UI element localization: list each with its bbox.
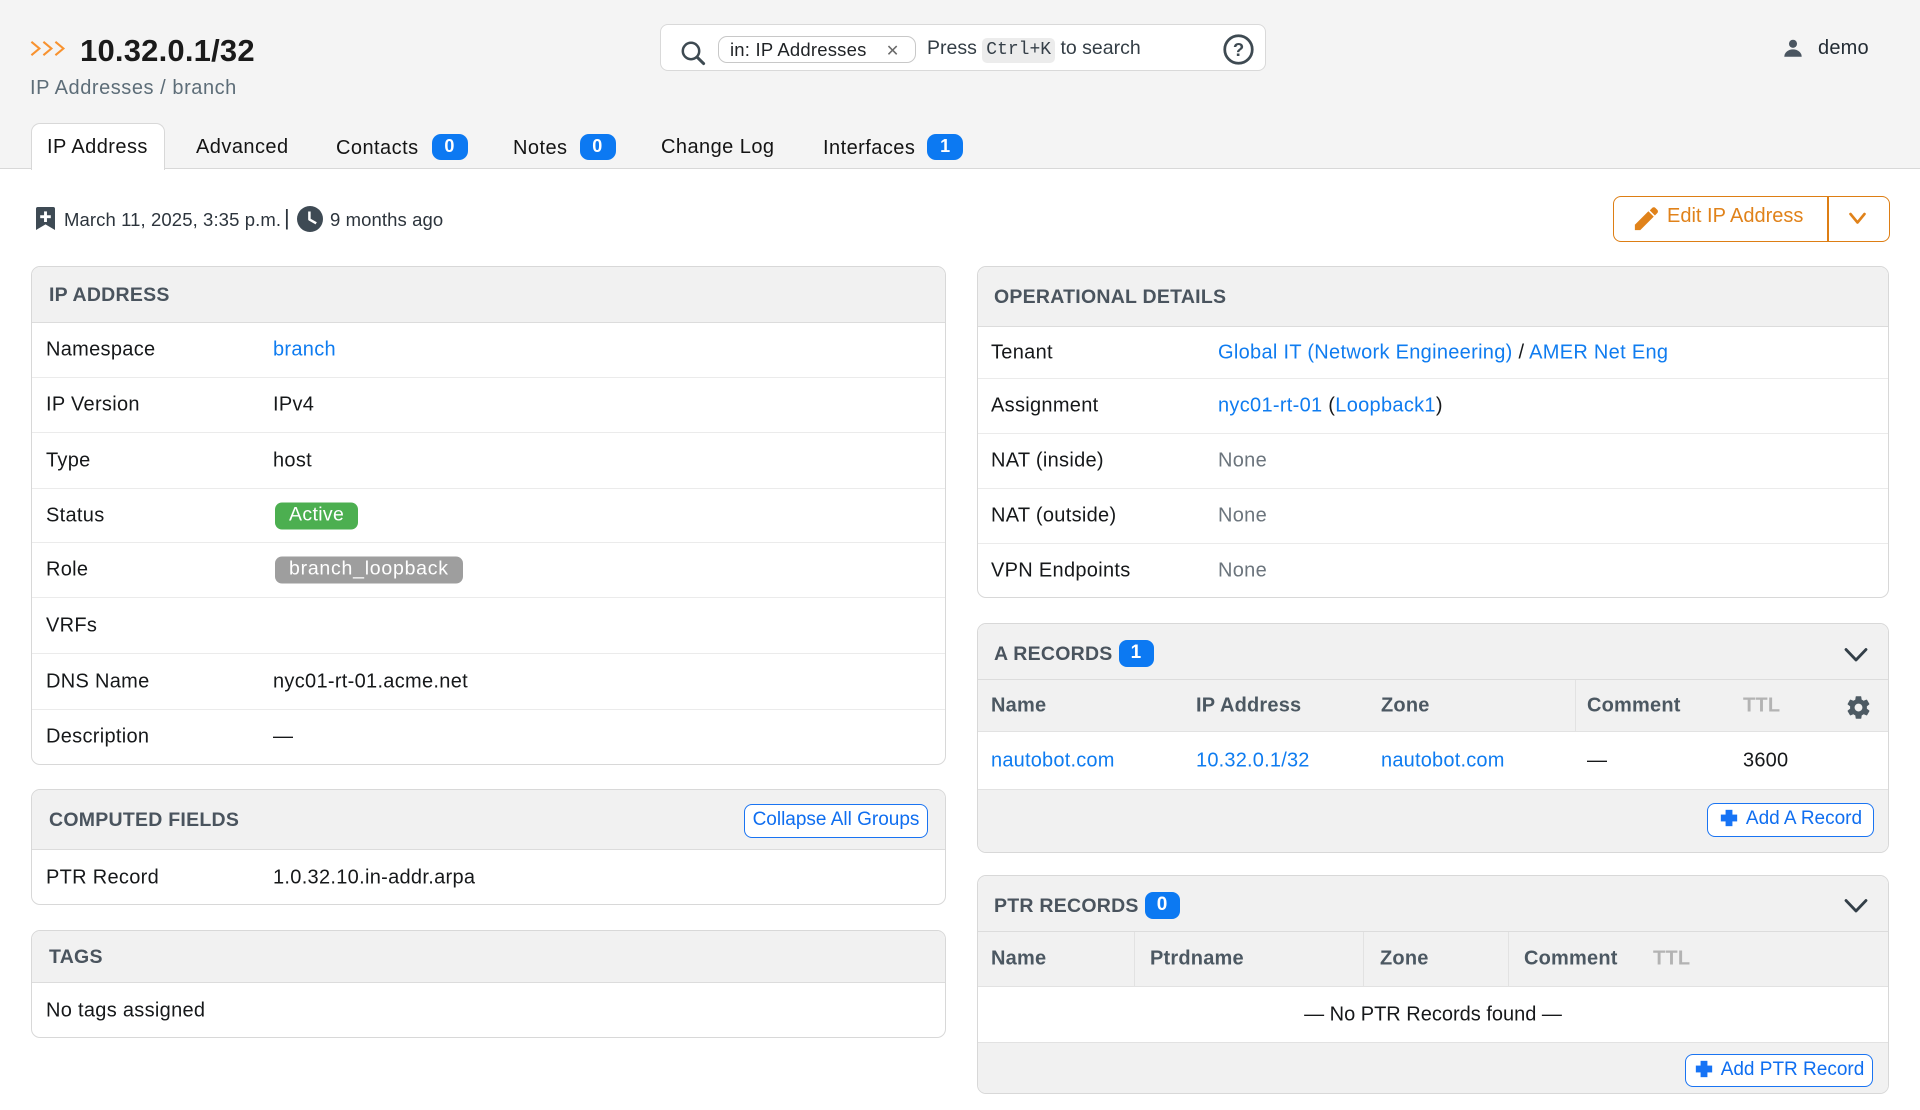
svg-text:?: ? xyxy=(1233,39,1244,60)
